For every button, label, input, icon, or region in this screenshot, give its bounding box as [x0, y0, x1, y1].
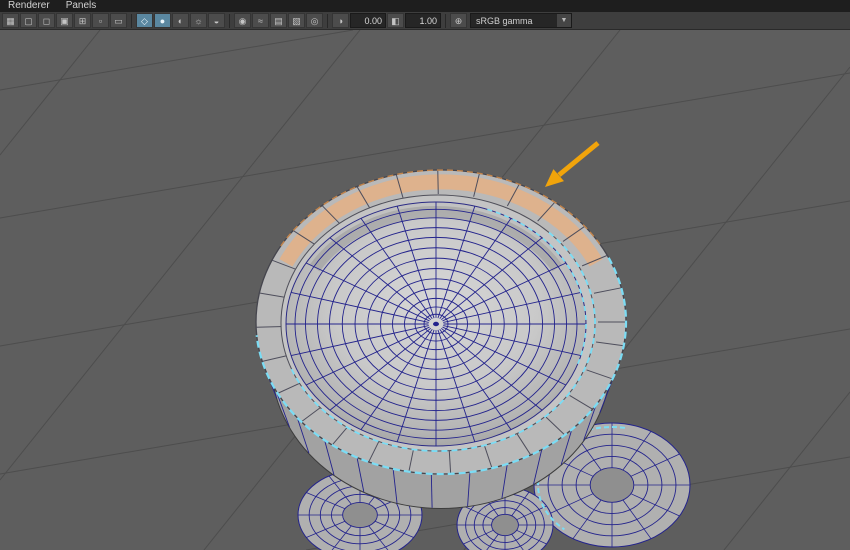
ambient-occlusion-icon[interactable]: ◉	[234, 13, 251, 28]
safe-action-icon[interactable]: ▫	[92, 13, 109, 28]
toolbar-separator	[327, 13, 328, 28]
viewport-toolbar: ▦ ▢ ◻ ▣ ⊞ ▫ ▭ ◇ ● ◐ ☼ ◒ ◉ ≈ ▤ ▧ ◎ ◑ ◧ ⊕ …	[0, 12, 850, 30]
motion-blur-icon[interactable]: ≈	[252, 13, 269, 28]
toolbar-separator	[229, 13, 230, 28]
menu-renderer[interactable]: Renderer	[8, 0, 50, 12]
resolution-gate-icon[interactable]: ◻	[38, 13, 55, 28]
view-transform-value: sRGB gamma	[476, 15, 533, 26]
xray-icon[interactable]: ▧	[288, 13, 305, 28]
toolbar-separator	[131, 13, 132, 28]
gamma-field[interactable]	[405, 13, 441, 28]
gamma-toggle-icon[interactable]: ◧	[387, 13, 404, 28]
lighting-icon[interactable]: ☼	[190, 13, 207, 28]
view-transform-select[interactable]: sRGB gamma ▼	[470, 13, 572, 28]
exposure-field[interactable]	[350, 13, 386, 28]
gate-mask-icon[interactable]: ▣	[56, 13, 73, 28]
toolbar-separator	[445, 13, 446, 28]
textured-icon[interactable]: ◐	[172, 13, 189, 28]
exposure-toggle-icon[interactable]: ◑	[332, 13, 349, 28]
chevron-down-icon: ▼	[557, 14, 571, 27]
bowl-wireframe	[286, 202, 586, 446]
film-gate-icon[interactable]: ▢	[20, 13, 37, 28]
wireframe-icon[interactable]: ◇	[136, 13, 153, 28]
menu-panels[interactable]: Panels	[66, 0, 97, 12]
safe-title-icon[interactable]: ▭	[110, 13, 127, 28]
color-management-icon[interactable]: ⊕	[450, 13, 467, 28]
panel-menu-bar: Renderer Panels	[0, 0, 850, 12]
isolate-select-icon[interactable]: ◎	[306, 13, 323, 28]
viewport-3d[interactable]	[0, 30, 850, 550]
grid-toggle-icon[interactable]: ▦	[2, 13, 19, 28]
smooth-shade-icon[interactable]: ●	[154, 13, 171, 28]
maya-viewport-panel: Renderer Panels ▦ ▢ ◻ ▣ ⊞ ▫ ▭ ◇ ● ◐ ☼ ◒ …	[0, 0, 850, 550]
field-chart-icon[interactable]: ⊞	[74, 13, 91, 28]
anti-alias-icon[interactable]: ▤	[270, 13, 287, 28]
shadows-icon[interactable]: ◒	[208, 13, 225, 28]
